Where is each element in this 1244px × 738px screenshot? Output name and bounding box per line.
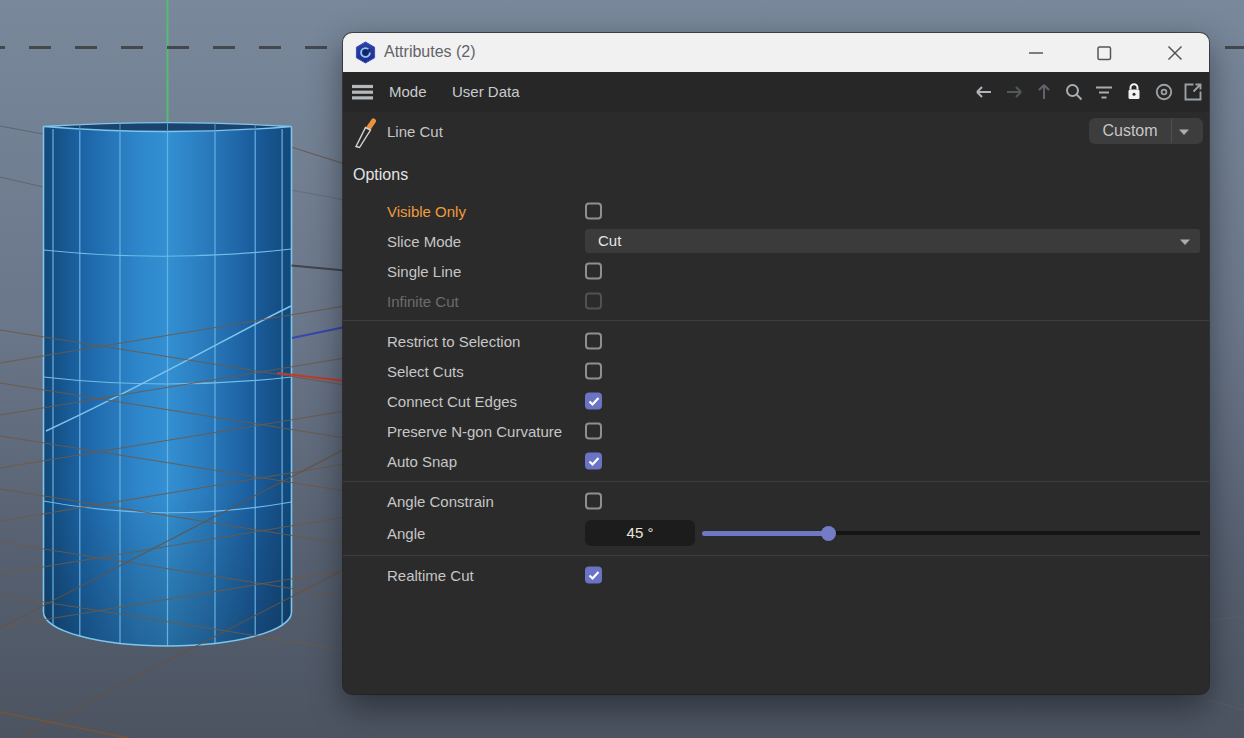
option-row-angle: Angle 45 ° [343, 518, 1209, 548]
lock-icon[interactable] [1124, 82, 1144, 102]
minimize-button[interactable] [1026, 43, 1046, 63]
up-icon[interactable] [1034, 82, 1054, 102]
option-row-infinite-cut: Infinite Cut [343, 286, 1209, 316]
window-titlebar[interactable]: Attributes (2) [343, 33, 1209, 72]
tool-header-row: Line Cut Custom [343, 112, 1209, 152]
slider-knob[interactable] [821, 526, 836, 541]
single-line-checkbox[interactable] [585, 263, 602, 280]
select-cuts-checkbox[interactable] [585, 363, 602, 380]
maximize-button[interactable] [1094, 43, 1114, 63]
restrict-to-selection-checkbox[interactable] [585, 333, 602, 350]
slider-fill [702, 531, 832, 536]
option-row-auto-snap: Auto Snap [343, 446, 1209, 476]
menubar: Mode User Data [343, 72, 1209, 112]
option-row-realtime-cut: Realtime Cut [343, 560, 1209, 590]
line-cut-tool-icon [352, 117, 382, 149]
option-row-visible-only: Visible Only [343, 196, 1209, 226]
tool-name: Line Cut [387, 123, 443, 140]
connect-cut-edges-checkbox[interactable] [585, 393, 602, 410]
menu-icon[interactable] [352, 82, 374, 102]
menu-user-data[interactable]: User Data [452, 83, 520, 100]
separator [343, 320, 1209, 321]
preset-dropdown[interactable]: Custom [1089, 118, 1203, 144]
separator [343, 481, 1209, 482]
realtime-cut-checkbox[interactable] [585, 567, 602, 584]
slider-track[interactable] [832, 531, 1200, 535]
auto-snap-checkbox[interactable] [585, 453, 602, 470]
preset-divider [1171, 119, 1172, 143]
separator [343, 555, 1209, 556]
infinite-cut-checkbox [585, 293, 602, 310]
option-row-slice-mode: Slice Mode Cut [343, 226, 1209, 256]
preserve-ngon-curvature-checkbox[interactable] [585, 423, 602, 440]
option-row-connect-cut-edges: Connect Cut Edges [343, 386, 1209, 416]
visible-only-checkbox[interactable] [585, 203, 602, 220]
attributes-content: Options Visible Only Slice Mode Cut Sing… [343, 152, 1209, 694]
open-window-icon[interactable] [1183, 82, 1203, 102]
filter-icon[interactable] [1094, 82, 1114, 102]
preset-value: Custom [1089, 122, 1171, 140]
cylinder-object[interactable] [44, 123, 292, 647]
chevron-down-icon [1179, 238, 1191, 246]
option-row-single-line: Single Line [343, 256, 1209, 286]
search-icon[interactable] [1064, 82, 1084, 102]
slice-mode-dropdown[interactable]: Cut [585, 229, 1200, 253]
window-title: Attributes (2) [384, 43, 476, 61]
back-icon[interactable] [974, 82, 994, 102]
section-options: Options [353, 166, 408, 184]
angle-value-field[interactable]: 45 ° [585, 520, 695, 546]
option-row-restrict-to-selection: Restrict to Selection [343, 326, 1209, 356]
option-row-select-cuts: Select Cuts [343, 356, 1209, 386]
option-row-preserve-ngon-curvature: Preserve N-gon Curvature [343, 416, 1209, 446]
menu-mode[interactable]: Mode [389, 83, 427, 100]
app-icon [354, 41, 377, 64]
record-icon[interactable] [1154, 82, 1174, 102]
angle-slider[interactable] [702, 518, 1200, 548]
attributes-window: Attributes (2) Mode User Data [343, 33, 1209, 694]
chevron-down-icon[interactable] [1178, 128, 1190, 136]
forward-icon[interactable] [1004, 82, 1024, 102]
angle-constrain-checkbox[interactable] [585, 493, 602, 510]
close-button[interactable] [1165, 43, 1185, 63]
option-row-angle-constrain: Angle Constrain [343, 486, 1209, 516]
